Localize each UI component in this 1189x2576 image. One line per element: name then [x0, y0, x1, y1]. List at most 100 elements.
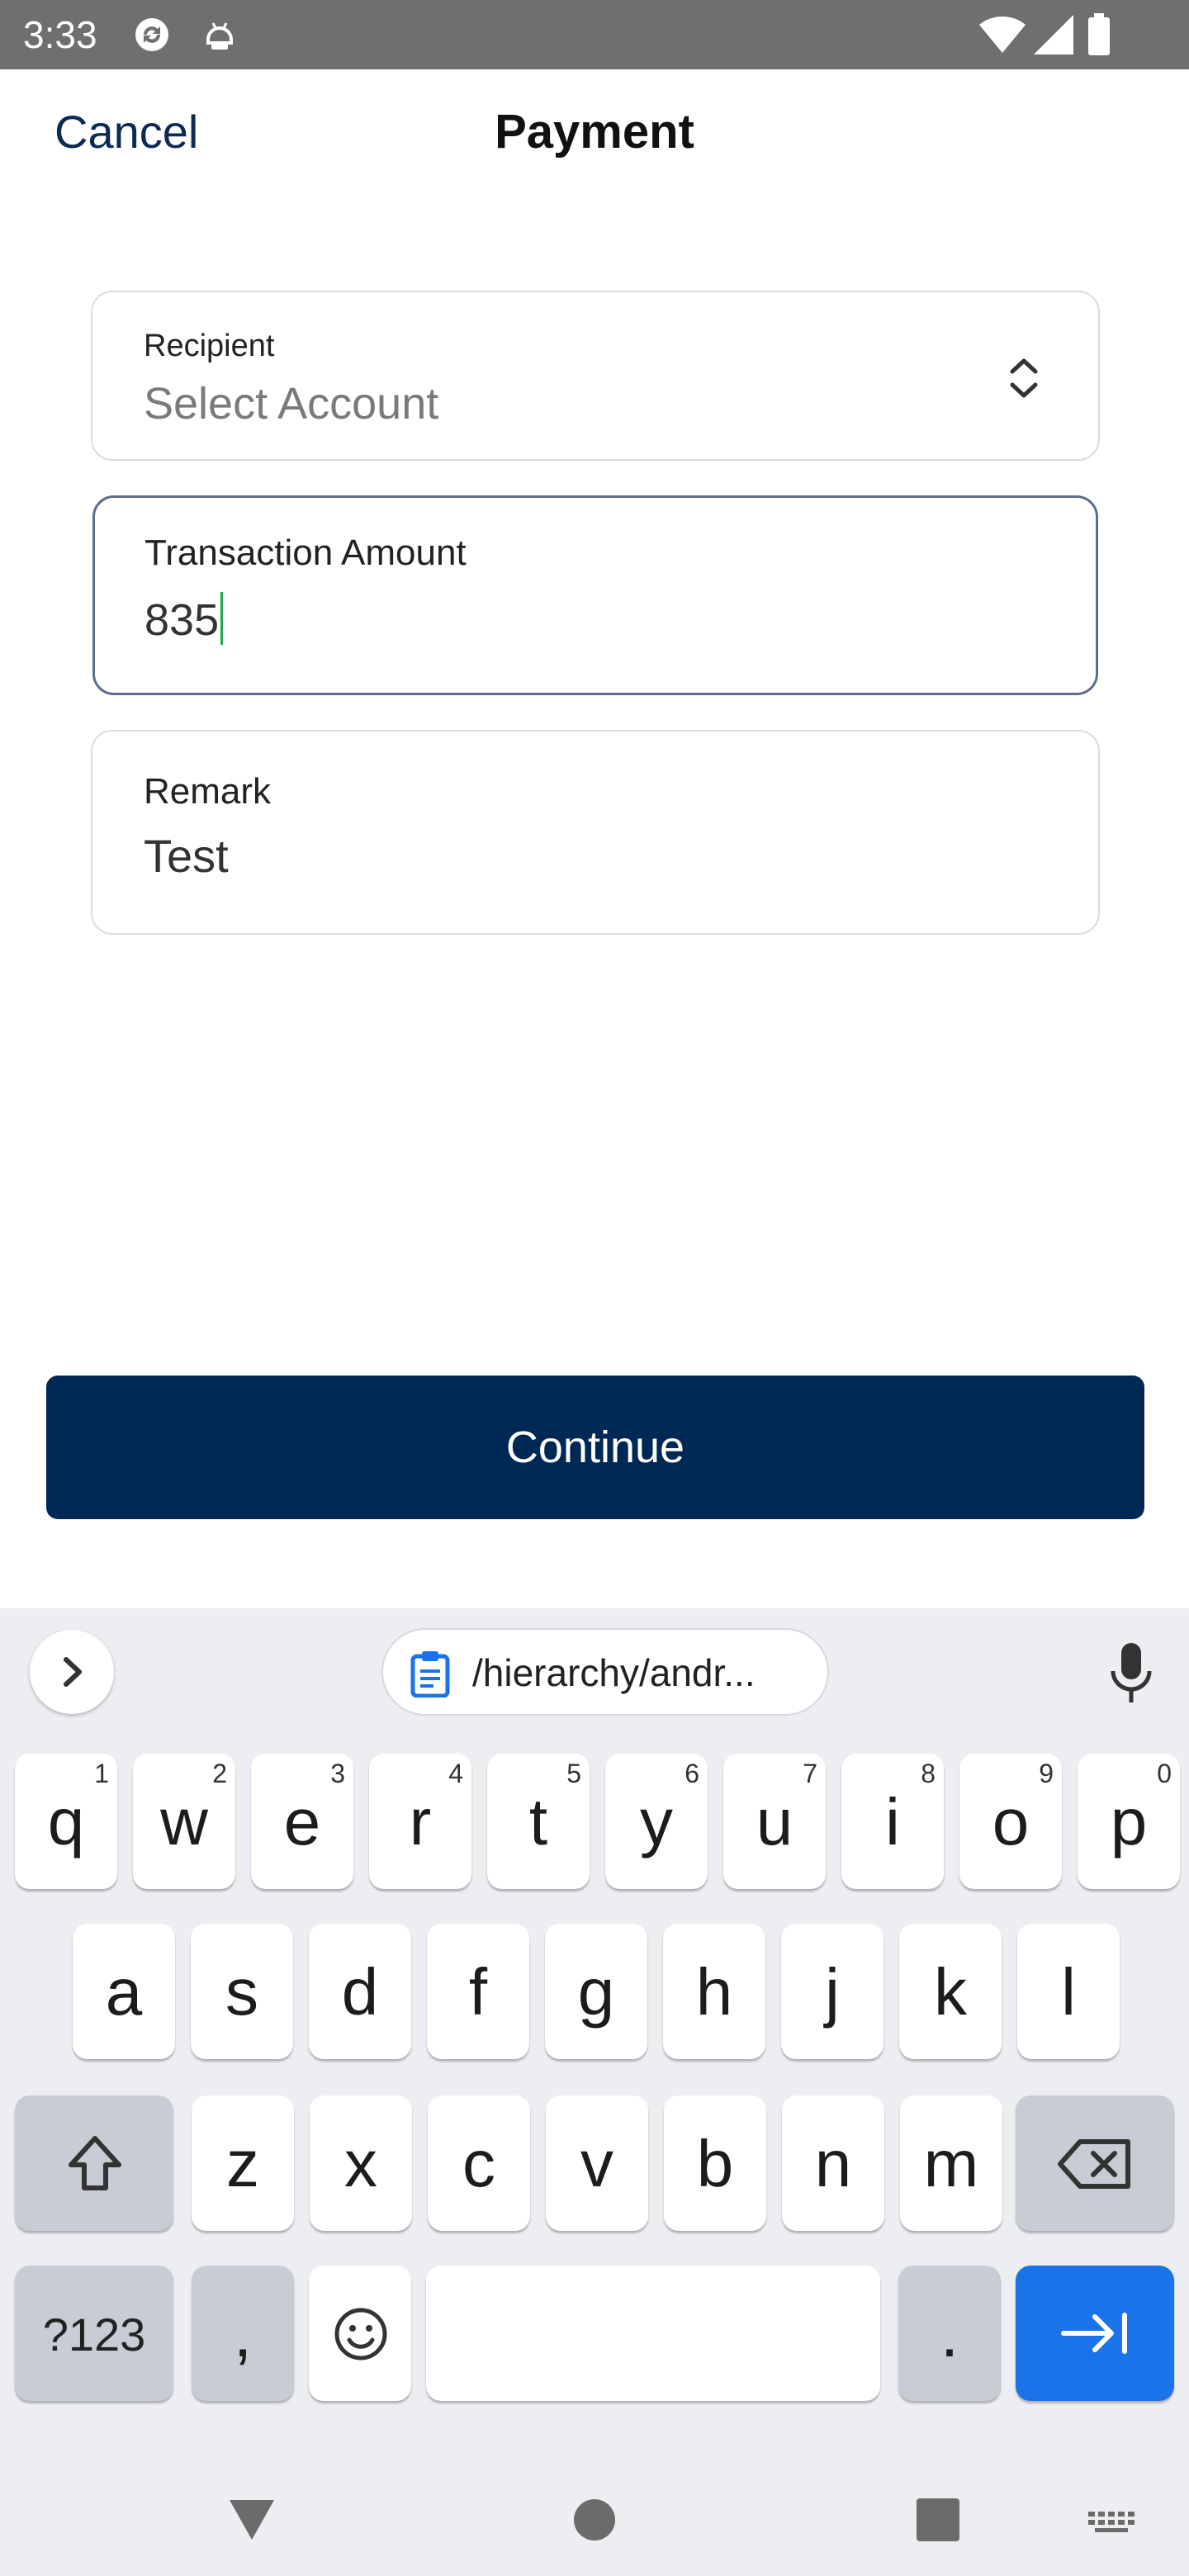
android-debug-icon	[206, 22, 233, 50]
key-b[interactable]: b	[664, 2095, 766, 2231]
continue-button[interactable]: Continue	[46, 1376, 1144, 1519]
key-j[interactable]: j	[781, 1924, 883, 2059]
key-hint: 6	[685, 1759, 699, 1788]
key-label: e	[283, 1785, 321, 1859]
shift-key[interactable]	[15, 2095, 173, 2231]
key-label: f	[468, 1955, 488, 2029]
recents-icon[interactable]	[917, 2498, 959, 2541]
battery-icon	[1088, 13, 1110, 55]
key-label: o	[992, 1785, 1030, 1859]
key-m[interactable]: m	[900, 2095, 1002, 2231]
key-t[interactable]: t5	[487, 1754, 590, 1889]
key-c[interactable]: c	[428, 2095, 530, 2231]
key-u[interactable]: u7	[723, 1754, 826, 1889]
shift-icon	[69, 2136, 121, 2190]
keyboard: /hierarchy/andr... q1w2e3r4t5y6u7i8o9p0 …	[0, 1608, 1189, 2576]
key-label: t	[528, 1785, 548, 1859]
key-label: l	[1061, 1955, 1076, 2029]
key-hint: 3	[330, 1759, 345, 1788]
sync-icon	[135, 18, 168, 51]
symbols-key[interactable]: ?123	[15, 2266, 173, 2401]
microphone-icon[interactable]	[1106, 1641, 1156, 1704]
back-icon[interactable]	[230, 2500, 274, 2540]
key-p[interactable]: p0	[1078, 1754, 1180, 1889]
remark-field[interactable]: Remark Test	[91, 730, 1100, 935]
tab-next-icon	[1061, 2313, 1127, 2354]
comma-key[interactable]: ,	[192, 2266, 294, 2401]
key-label: g	[577, 1955, 615, 2029]
key-label: p	[1110, 1785, 1148, 1859]
key-label: w	[160, 1785, 208, 1859]
key-label: y	[640, 1785, 673, 1859]
cancel-button[interactable]: Cancel	[54, 102, 198, 162]
key-s[interactable]: s	[191, 1924, 293, 2059]
key-d[interactable]: d	[309, 1924, 411, 2059]
key-x[interactable]: x	[310, 2095, 412, 2231]
key-label: h	[695, 1955, 733, 2029]
period-key-label: .	[940, 2297, 959, 2370]
key-label: a	[105, 1955, 143, 2029]
system-nav-bar	[230, 2498, 1135, 2541]
key-label: z	[226, 2127, 259, 2200]
key-label: d	[341, 1955, 379, 2029]
next-key[interactable]	[1016, 2266, 1174, 2401]
key-r[interactable]: r4	[369, 1754, 471, 1889]
key-o[interactable]: o9	[959, 1754, 1062, 1889]
key-label: m	[923, 2127, 979, 2200]
key-f[interactable]: f	[427, 1924, 529, 2059]
text-caret	[220, 592, 224, 645]
key-l[interactable]: l	[1017, 1924, 1120, 2059]
key-label: i	[885, 1785, 900, 1859]
transaction-amount-value: 835	[144, 592, 224, 647]
recipient-label: Recipient	[144, 329, 275, 363]
key-g[interactable]: g	[545, 1924, 647, 2059]
remark-label: Remark	[144, 771, 272, 812]
key-label: j	[825, 1955, 840, 2029]
key-z[interactable]: z	[192, 2095, 294, 2231]
key-h[interactable]: h	[663, 1924, 765, 2059]
chevron-updown-icon	[1010, 358, 1038, 398]
recipient-select[interactable]: Recipient Select Account	[91, 291, 1100, 461]
key-hint: 7	[803, 1759, 817, 1788]
keyboard-switch-icon[interactable]	[1088, 2512, 1135, 2532]
key-k[interactable]: k	[899, 1924, 1002, 2059]
key-label: u	[756, 1785, 793, 1859]
clipboard-icon	[410, 1651, 450, 1698]
transaction-amount-field[interactable]: Transaction Amount 835	[92, 495, 1098, 695]
key-hint: 4	[448, 1759, 463, 1788]
key-hint: 5	[566, 1759, 581, 1788]
period-key[interactable]: .	[898, 2266, 1001, 2401]
key-y[interactable]: y6	[605, 1754, 708, 1889]
comma-key-label: ,	[233, 2297, 253, 2370]
wifi-icon	[979, 16, 1026, 53]
symbols-key-label: ?123	[42, 2308, 146, 2361]
key-w[interactable]: w2	[133, 1754, 235, 1889]
space-key[interactable]	[426, 2266, 880, 2401]
status-bar: 3:33	[0, 0, 1189, 69]
key-e[interactable]: e3	[251, 1754, 353, 1889]
key-q[interactable]: q1	[15, 1754, 117, 1889]
key-hint: 0	[1157, 1759, 1172, 1788]
keyboard-expand-button[interactable]	[30, 1630, 114, 1714]
key-hint: 8	[921, 1759, 936, 1788]
chevron-right-icon	[64, 1657, 82, 1687]
backspace-icon	[1058, 2139, 1130, 2189]
backspace-key[interactable]	[1016, 2095, 1174, 2231]
status-time: 3:33	[23, 13, 97, 56]
key-a[interactable]: a	[73, 1924, 175, 2059]
home-icon[interactable]	[574, 2499, 615, 2540]
key-hint: 9	[1039, 1759, 1054, 1788]
emoji-key[interactable]	[309, 2266, 411, 2401]
clipboard-suggestion[interactable]: /hierarchy/andr...	[381, 1628, 829, 1716]
key-v[interactable]: v	[546, 2095, 648, 2231]
key-hint: 1	[94, 1759, 109, 1788]
key-label: q	[47, 1785, 85, 1859]
key-n[interactable]: n	[782, 2095, 884, 2231]
clipboard-text: /hierarchy/andr...	[472, 1651, 756, 1694]
emoji-icon	[334, 2308, 387, 2361]
key-label: v	[580, 2127, 613, 2200]
key-label: x	[344, 2127, 377, 2200]
key-i[interactable]: i8	[841, 1754, 944, 1889]
key-label: k	[934, 1955, 967, 2029]
key-label: c	[462, 2127, 495, 2200]
